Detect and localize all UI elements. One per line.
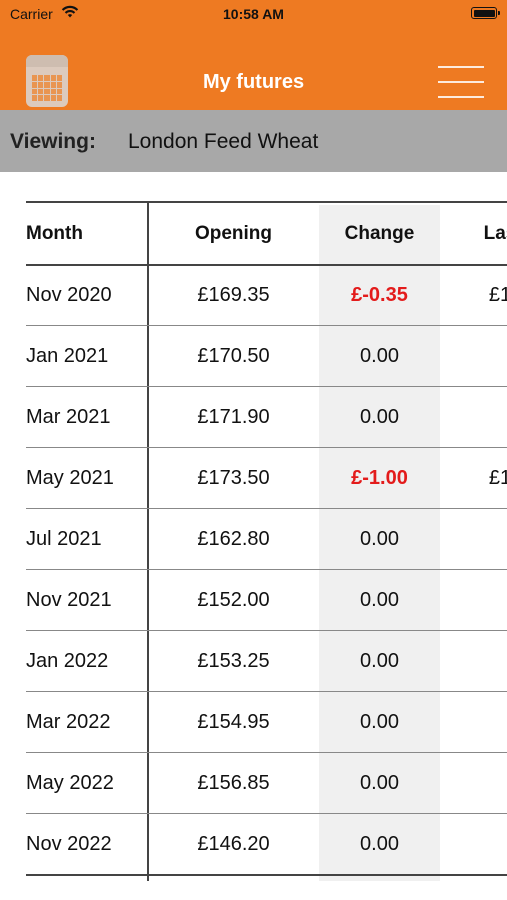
table-cell-month: Jul 2021 xyxy=(26,528,102,550)
header-opening: Opening xyxy=(194,223,273,244)
table-cell-month: Jan 2021 xyxy=(26,345,109,367)
header-last: Las xyxy=(483,223,507,244)
table-cell-opening: £173.50 xyxy=(197,467,270,489)
table-cell-month: Nov 2022 xyxy=(26,833,112,855)
battery-icon xyxy=(471,7,500,19)
table-cell-last: £1 xyxy=(488,467,507,489)
viewing-value[interactable]: London Feed Wheat xyxy=(128,130,318,154)
header-month: Month xyxy=(26,223,83,244)
table-cell-opening: £146.20 xyxy=(197,833,270,855)
table-cell-last xyxy=(440,387,507,448)
hamburger-menu-icon[interactable] xyxy=(438,66,484,98)
table-cell-opening: £153.25 xyxy=(197,650,270,672)
table-cell-last xyxy=(440,753,507,814)
table-cell-change: 0.00 xyxy=(360,528,399,550)
table-cell-change: 0.00 xyxy=(360,833,399,855)
table-cell-month: Nov 2021 xyxy=(26,589,112,611)
table-cell-month: Mar 2022 xyxy=(26,711,111,733)
table-row-divider xyxy=(26,874,507,876)
top-bar: Carrier 10:58 AM My futures xyxy=(0,0,507,110)
table-cell-opening: £169.35 xyxy=(197,284,270,306)
table-cell-change: 0.00 xyxy=(360,772,399,794)
futures-table: Month Opening Change Las Nov 2020 £169.35… xyxy=(26,201,507,881)
table-cell-change: 0.00 xyxy=(360,650,399,672)
table-cell-last xyxy=(440,814,507,875)
header-change: Change xyxy=(344,223,415,244)
table-cell-opening: £156.85 xyxy=(197,772,270,794)
table-cell-last xyxy=(440,326,507,387)
table-cell-month: Jan 2022 xyxy=(26,650,109,672)
status-bar: Carrier 10:58 AM xyxy=(0,0,507,30)
table-cell-opening: £170.50 xyxy=(197,345,270,367)
status-time: 10:58 AM xyxy=(223,6,284,22)
table-cell-month: May 2021 xyxy=(26,467,114,489)
table-cell-last: £1 xyxy=(488,284,507,306)
table-cell-change: 0.00 xyxy=(360,345,399,367)
table-cell-month: Mar 2021 xyxy=(26,406,111,428)
table-cell-change: 0.00 xyxy=(360,406,399,428)
table-cell-change: £-0.35 xyxy=(351,284,408,306)
table-cell-opening: £171.90 xyxy=(197,406,270,428)
table-cell-last xyxy=(440,631,507,692)
table-cell-last xyxy=(440,692,507,753)
table-cell-month: May 2022 xyxy=(26,772,114,794)
table-cell-change: 0.00 xyxy=(360,589,399,611)
table-cell-last xyxy=(440,509,507,570)
table-cell-change: £-1.00 xyxy=(351,467,408,489)
navigation-bar: My futures xyxy=(0,30,507,110)
table-cell-opening: £154.95 xyxy=(197,711,270,733)
table-cell-change: 0.00 xyxy=(360,711,399,733)
viewing-label: Viewing: xyxy=(10,130,96,153)
viewing-bar[interactable]: Viewing: London Feed Wheat xyxy=(0,110,507,172)
table-cell-month: Nov 2020 xyxy=(26,284,112,306)
table-cell-opening: £152.00 xyxy=(197,589,270,611)
table-cell-last xyxy=(440,570,507,631)
table-cell-opening: £162.80 xyxy=(197,528,270,550)
page-title: My futures xyxy=(202,71,305,93)
